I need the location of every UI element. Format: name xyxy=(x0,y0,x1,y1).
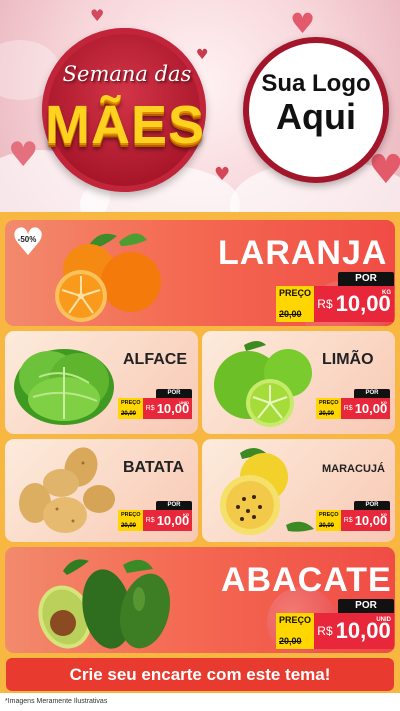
logo-line-1: Sua Logo xyxy=(261,70,371,97)
cta-banner[interactable]: Crie seu encarte com este tema! xyxy=(6,658,394,691)
old-price: 20,00 xyxy=(121,411,137,417)
logo-line-2: Aqui xyxy=(276,96,356,137)
product-name: BATATA xyxy=(123,459,185,476)
currency-symbol: R$ xyxy=(317,297,333,311)
preco-label: PREÇO xyxy=(279,288,312,298)
offer-card-maracuja[interactable]: MARACUJÁ POR PREÇO 20,00 R$ 10,00 KG xyxy=(202,439,395,542)
por-label: POR xyxy=(156,389,192,398)
discount-tag: ♥ -50% xyxy=(11,220,45,264)
orange-icon xyxy=(55,233,161,322)
logo-placeholder[interactable]: Sua Logo Aqui xyxy=(243,37,389,183)
unit-label: KG xyxy=(382,290,391,296)
product-name: ABACATE xyxy=(221,561,392,599)
price-tag: POR PREÇO 20,00 R$ 10,00 KG xyxy=(316,389,390,419)
preco-label: PREÇO xyxy=(319,400,339,406)
preco-label: PREÇO xyxy=(319,512,339,518)
old-price: 20,00 xyxy=(319,523,335,529)
por-label: POR xyxy=(354,389,390,398)
preco-label: PREÇO xyxy=(121,400,141,406)
currency-symbol: R$ xyxy=(317,624,333,638)
price-tag: POR PREÇO 20,00 R$ 10,00 UNID xyxy=(276,599,394,649)
badge-big-title: MÃES xyxy=(44,95,205,155)
old-price: 20,00 xyxy=(319,411,335,417)
offer-card-batata[interactable]: BATATA POR PREÇO 20,00 R$ 10,00 KG xyxy=(5,439,198,542)
disclaimer: *Imagens Meramente Ilustrativas xyxy=(0,693,400,711)
por-label: POR xyxy=(338,599,394,613)
currency-symbol: R$ xyxy=(343,405,353,412)
unit-label: UNID xyxy=(179,400,189,405)
offer-card-limao[interactable]: LIMÃO POR PREÇO 20,00 R$ 10,00 KG xyxy=(202,331,395,434)
header-banner: ♥ ♥ ♥ ♥ ♥ ♥ Semana das MÃES Sua Logo Aqu… xyxy=(0,0,400,212)
preco-label: PREÇO xyxy=(279,615,312,625)
unit-label: KG xyxy=(183,512,189,517)
potato-icon xyxy=(19,447,115,533)
passion-fruit-icon xyxy=(220,448,314,535)
product-name: LARANJA xyxy=(218,234,388,272)
old-price: 20,00 xyxy=(121,523,137,529)
currency-symbol: R$ xyxy=(145,517,155,524)
unit-label: KG xyxy=(381,512,387,517)
price-tag: POR PREÇO 20,00 R$ 10,00 UNID xyxy=(118,389,192,419)
price-tag: POR PREÇO 20,00 R$ 10,00 KG xyxy=(276,272,394,322)
por-label: POR xyxy=(354,501,390,510)
product-name: MARACUJÁ xyxy=(322,463,385,475)
por-label: POR xyxy=(156,501,192,510)
lettuce-icon xyxy=(14,349,114,425)
avocado-icon xyxy=(38,559,171,649)
unit-label: UNID xyxy=(376,617,391,623)
old-price: 20,00 xyxy=(279,636,302,646)
offer-card-laranja[interactable]: ♥ -50% LARANJA POR PREÇO 20,00 R$ 10,00 … xyxy=(5,220,395,326)
product-name: ALFACE xyxy=(123,351,187,368)
price-tag: POR PREÇO 20,00 R$ 10,00 KG xyxy=(316,501,390,531)
currency-symbol: R$ xyxy=(145,405,155,412)
unit-label: KG xyxy=(381,400,387,405)
lime-icon xyxy=(214,341,312,427)
heart-icon: ♥ xyxy=(290,7,316,40)
offer-card-alface[interactable]: ALFACE POR PREÇO 20,00 R$ 10,00 UNID xyxy=(5,331,198,434)
badge-script-title: Semana das xyxy=(62,62,192,86)
heart-icon: ♥ xyxy=(368,147,400,193)
por-label: POR xyxy=(338,272,394,286)
flyer-page: ♥ ♥ ♥ ♥ ♥ ♥ Semana das MÃES Sua Logo Aqu… xyxy=(0,0,400,711)
currency-symbol: R$ xyxy=(343,517,353,524)
price-tag: POR PREÇO 20,00 R$ 10,00 KG xyxy=(118,501,192,531)
semana-das-maes-badge: Semana das MÃES xyxy=(10,18,238,196)
old-price: 20,00 xyxy=(279,309,302,319)
offer-card-abacate[interactable]: ABACATE POR PREÇO 20,00 R$ 10,00 UNID xyxy=(5,547,395,653)
discount-label: -50% xyxy=(17,235,37,244)
preco-label: PREÇO xyxy=(121,512,141,518)
product-name: LIMÃO xyxy=(322,351,374,368)
